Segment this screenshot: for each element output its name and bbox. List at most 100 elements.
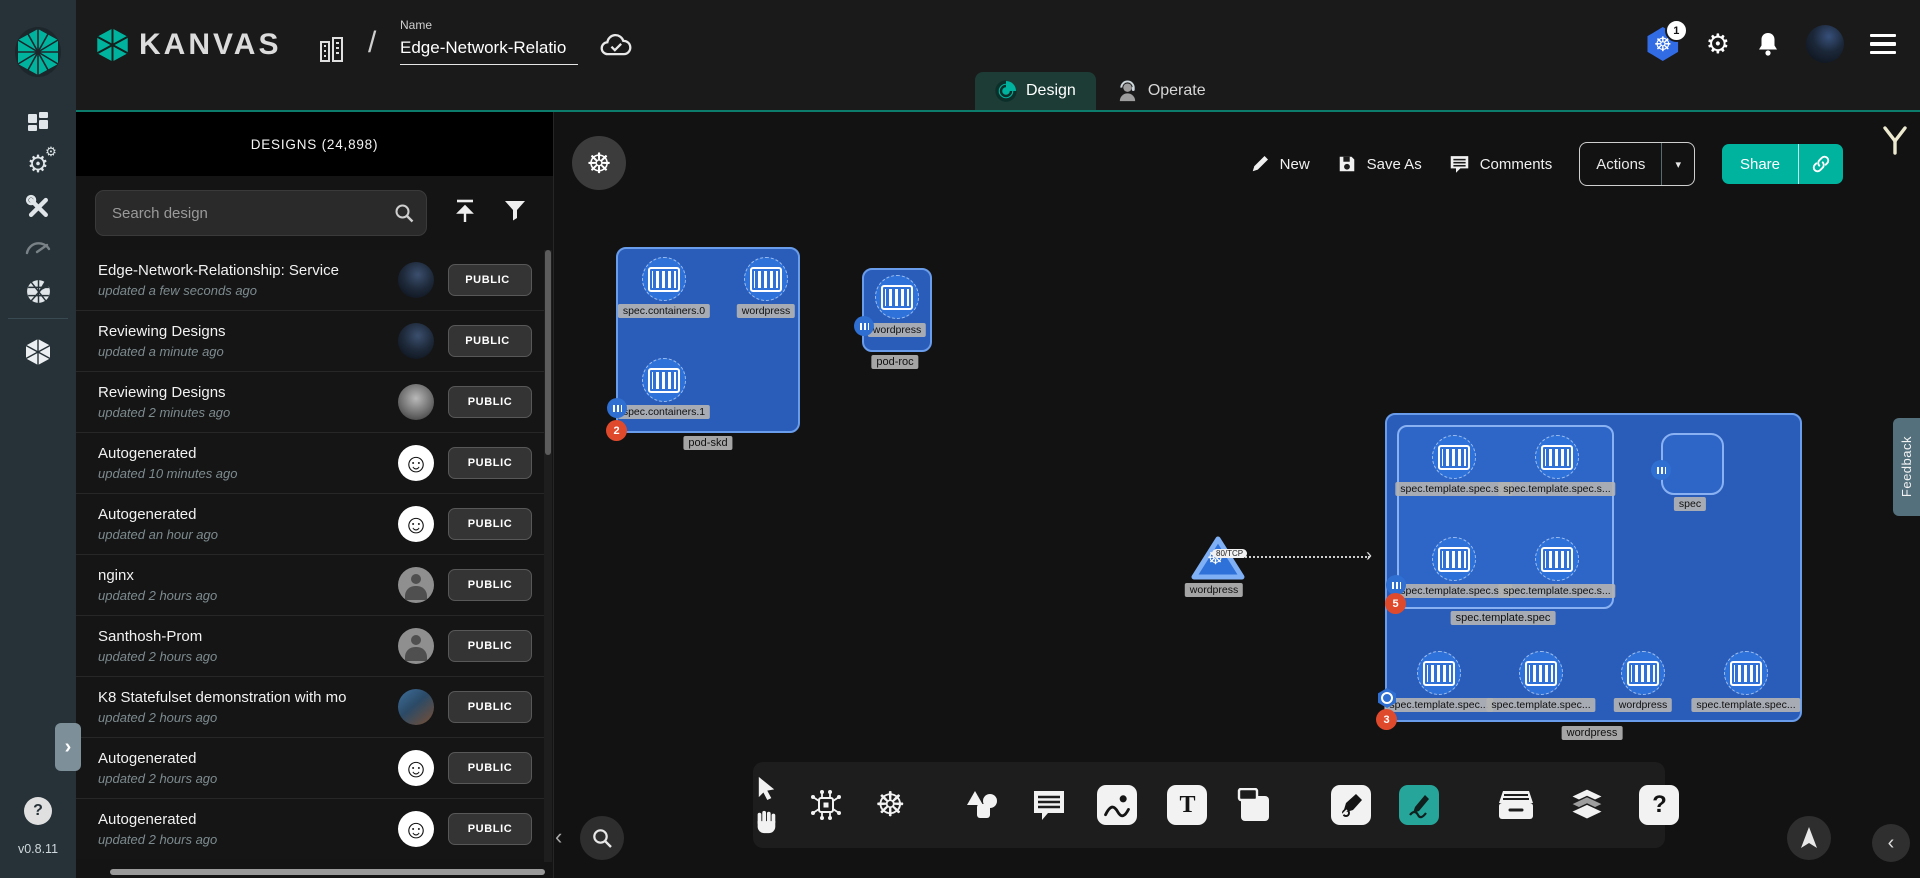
container-node[interactable] <box>642 358 686 402</box>
design-list-item[interactable]: Autogenerated updated 2 hours ago ☺ PUBL… <box>76 737 544 798</box>
design-list-item[interactable]: Autogenerated updated 2 hours ago ☺ PUBL… <box>76 798 544 859</box>
visibility-badge[interactable]: PUBLIC <box>448 813 532 845</box>
layers-tool[interactable] <box>1569 787 1605 823</box>
share-button[interactable]: Share <box>1722 144 1843 184</box>
design-list-hscrollbar[interactable] <box>110 869 545 875</box>
image-tool[interactable] <box>1097 785 1137 825</box>
visibility-badge[interactable]: PUBLIC <box>448 325 532 357</box>
design-canvas[interactable]: ☸ New Save As Comments Actions <box>553 112 1920 878</box>
tab-operate[interactable]: Operate <box>1096 72 1226 110</box>
note-tool[interactable] <box>1237 788 1273 822</box>
menu-button[interactable] <box>1870 34 1896 55</box>
settings-button[interactable]: ⚙ <box>1706 29 1730 60</box>
visibility-badge[interactable]: PUBLIC <box>448 447 532 479</box>
pod-template-group[interactable]: spec.template.spec.s... spec.template.sp… <box>1397 425 1614 609</box>
visibility-badge[interactable]: PUBLIC <box>448 386 532 418</box>
collapse-panel-button[interactable]: ‹ <box>555 824 562 850</box>
collapse-right-panel-button[interactable]: ‹ <box>1872 824 1910 862</box>
pod-badge-icon[interactable] <box>854 316 874 336</box>
visibility-badge[interactable]: PUBLIC <box>448 630 532 662</box>
spec-shape[interactable] <box>1661 433 1724 495</box>
sidebar-item-dashboard[interactable] <box>0 102 76 142</box>
container-node[interactable] <box>1417 651 1461 695</box>
feedback-tab[interactable]: Feedback <box>1893 418 1920 516</box>
design-list-item[interactable]: Autogenerated updated an hour ago ☺ PUBL… <box>76 493 544 554</box>
issue-count-badge[interactable]: 2 <box>606 420 627 441</box>
user-avatar[interactable] <box>1806 25 1844 63</box>
design-list-item[interactable]: Santhosh-Prom updated 2 hours ago PUBLIC <box>76 615 544 676</box>
visibility-badge[interactable]: PUBLIC <box>448 508 532 540</box>
design-list-item[interactable]: Autogenerated updated 10 minutes ago ☺ P… <box>76 432 544 493</box>
organization-button[interactable] <box>316 34 346 69</box>
comment-tool[interactable] <box>1031 789 1067 821</box>
select-tool[interactable] <box>754 775 779 800</box>
components-tool[interactable] <box>809 788 843 822</box>
text-tool[interactable]: T <box>1167 785 1207 825</box>
save-as-button[interactable]: Save As <box>1337 154 1422 174</box>
design-list-item[interactable]: Edge-Network-Relationship: Service updat… <box>76 250 544 310</box>
sidebar-item-performance[interactable] <box>0 227 76 267</box>
container-node[interactable] <box>1535 537 1579 581</box>
kubernetes-context-button[interactable]: ☸ 1 <box>1646 27 1680 61</box>
drawer-tool[interactable] <box>1497 789 1535 821</box>
meshery-logo[interactable] <box>14 26 62 78</box>
comments-button[interactable]: Comments <box>1449 154 1553 174</box>
container-node[interactable] <box>1724 651 1768 695</box>
container-node[interactable] <box>744 257 788 301</box>
copy-link-button[interactable] <box>1798 144 1843 184</box>
sidebar-item-kanvas[interactable] <box>0 332 76 372</box>
sidebar-item-lifecycle[interactable]: ⚙⚙ <box>0 144 76 184</box>
sidebar-item-configuration[interactable] <box>0 187 76 227</box>
container-node[interactable] <box>875 275 919 319</box>
issue-count-badge[interactable]: 5 <box>1385 593 1406 614</box>
container-node[interactable] <box>1519 651 1563 695</box>
sync-status-button[interactable] <box>600 32 632 63</box>
tab-design[interactable]: Design <box>975 72 1096 110</box>
pan-tool[interactable] <box>753 809 779 835</box>
search-input[interactable] <box>110 191 384 235</box>
scrollbar-thumb[interactable] <box>545 250 551 455</box>
deployment-group[interactable]: spec.template.spec.s... spec.template.sp… <box>1385 413 1802 722</box>
help-tool[interactable]: ? <box>1639 785 1679 825</box>
container-node[interactable] <box>642 257 686 301</box>
design-list-item[interactable]: Reviewing Designs updated a minute ago P… <box>76 310 544 371</box>
canvas-kubernetes-button[interactable]: ☸ <box>572 136 626 190</box>
expand-panel-button[interactable]: › <box>55 723 81 771</box>
import-design-button[interactable] <box>453 198 477 229</box>
design-list-item[interactable]: nginx updated 2 hours ago PUBLIC <box>76 554 544 615</box>
design-list-item[interactable]: K8 Statefulset demonstration with mo upd… <box>76 676 544 737</box>
issue-count-badge[interactable]: 3 <box>1376 709 1397 730</box>
kanvas-logo[interactable]: KANVAS <box>96 27 281 63</box>
visibility-badge[interactable]: PUBLIC <box>448 569 532 601</box>
design-list-item[interactable]: Reviewing Designs updated 2 minutes ago … <box>76 371 544 432</box>
notifications-button[interactable] <box>1756 31 1780 57</box>
recenter-button[interactable] <box>1787 816 1831 860</box>
design-name-input[interactable] <box>400 36 578 65</box>
service-node[interactable]: ☸ wordpress <box>1190 535 1246 581</box>
pen-tool[interactable] <box>1331 785 1371 825</box>
actions-dropdown[interactable]: Actions ▾ <box>1579 142 1695 186</box>
kubernetes-tool[interactable]: ☸ <box>875 785 905 825</box>
search-icon[interactable] <box>392 201 416 230</box>
pod-badge-icon[interactable] <box>1651 460 1671 480</box>
container-node[interactable] <box>1432 537 1476 581</box>
freehand-draw-tool[interactable] <box>1399 785 1439 825</box>
filter-button[interactable] <box>503 199 527 227</box>
sidebar-item-extensions[interactable] <box>0 271 76 311</box>
shapes-tool[interactable] <box>965 789 1001 821</box>
visibility-badge[interactable]: PUBLIC <box>448 752 532 784</box>
pod-badge-icon[interactable] <box>1386 575 1406 595</box>
pod-group-small[interactable]: wordpress pod-roc <box>862 268 932 352</box>
visibility-badge[interactable]: PUBLIC <box>448 264 532 296</box>
zoom-button[interactable] <box>580 816 624 860</box>
container-node[interactable] <box>1535 435 1579 479</box>
container-node[interactable] <box>1432 435 1476 479</box>
pod-badge-icon[interactable] <box>607 398 627 418</box>
visibility-badge[interactable]: PUBLIC <box>448 691 532 723</box>
new-button[interactable]: New <box>1250 154 1310 174</box>
caret-down-icon[interactable]: ▾ <box>1661 143 1694 185</box>
container-node[interactable] <box>1621 651 1665 695</box>
help-button[interactable]: ? <box>24 797 52 825</box>
pod-group[interactable]: spec.containers.0 wordpress spec.contain… <box>616 247 800 433</box>
network-edge[interactable] <box>1242 556 1370 558</box>
